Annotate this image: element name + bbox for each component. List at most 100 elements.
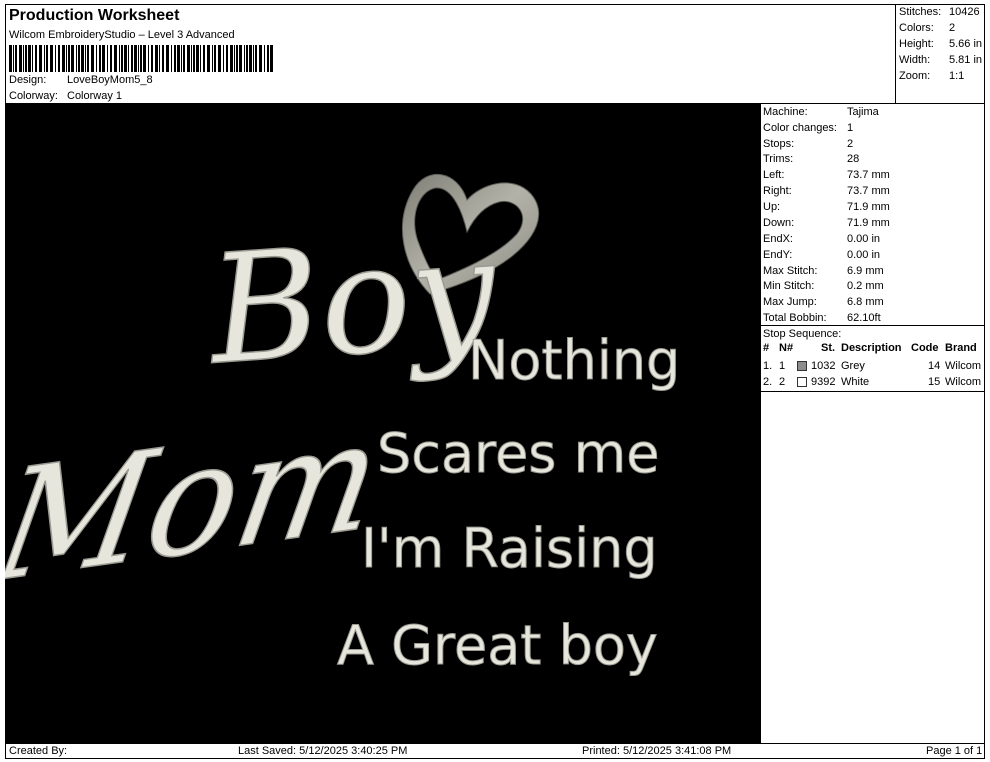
barcode: [9, 45, 273, 72]
design-word-mom: Mom: [5, 385, 393, 617]
design-line-4: A Great boy: [337, 614, 658, 677]
stop-row: 1. 1 1032 Grey 14 Wilcom: [763, 358, 984, 374]
design-word-boy: Boy: [201, 205, 503, 399]
worksheet-header: Production Worksheet Wilcom EmbroiderySt…: [5, 4, 895, 104]
summary-width: Width: 5.81 in: [899, 54, 982, 66]
stop-num: 1.: [763, 360, 773, 372]
info-value: 73.7 mm: [847, 185, 890, 197]
stop-code: 15: [928, 376, 941, 388]
info-label: Max Stitch:: [763, 265, 818, 277]
info-value: 1: [847, 122, 854, 134]
summary-panel: Stitches: 10426 Colors: 2 Height: 5.66 in W…: [895, 4, 985, 104]
summary-value: 5.66 in: [949, 38, 983, 50]
summary-label: Colors:: [899, 22, 934, 34]
info-stops: Stops: 2: [763, 136, 853, 152]
colorway-label: Colorway:: [9, 90, 58, 102]
info-max-jump: Max Jump: 6.8 mm: [763, 294, 884, 310]
info-label: Down:: [763, 217, 795, 229]
machine-info-panel: Machine: Tajima Color changes: 1 Stops: 2 T…: [760, 104, 985, 744]
printed-date: Printed: 5/12/2025 3:41:08 PM: [582, 745, 732, 757]
design-label: Design:: [9, 74, 47, 86]
last-saved: Last Saved: 5/12/2025 3:40:25 PM: [238, 745, 408, 757]
summary-value: 10426: [949, 6, 980, 18]
design-value: LoveBoyMom5_8: [67, 74, 153, 86]
info-value: 62.10ft: [847, 312, 881, 324]
design-row: Design: LoveBoyMom5_8: [9, 74, 153, 86]
info-value: 6.9 mm: [847, 265, 884, 277]
info-total-bobbin: Total Bobbin: 62.10ft: [763, 310, 881, 326]
stop-stitches: 9392: [811, 376, 836, 388]
worksheet-footer: Created By: Last Saved: 5/12/2025 3:40:2…: [5, 744, 985, 759]
summary-zoom: Zoom: 1:1: [899, 70, 964, 82]
col-st: St.: [821, 342, 836, 354]
stop-brand: Wilcom: [945, 360, 982, 372]
color-swatch: [797, 377, 807, 387]
color-swatch: [797, 361, 807, 371]
col-num: #: [763, 342, 770, 354]
stop-sequence-header: # N# St. Description Code Brand: [763, 342, 984, 358]
info-label: Up:: [763, 201, 781, 213]
info-value: 71.9 mm: [847, 201, 890, 213]
panel-divider: [761, 391, 984, 392]
info-label: Min Stitch:: [763, 280, 815, 292]
info-endx: EndX: 0.00 in: [763, 231, 880, 247]
info-up: Up: 71.9 mm: [763, 199, 890, 215]
info-label: Total Bobbin:: [763, 312, 827, 324]
page-number: Page 1 of 1: [926, 745, 983, 757]
info-down: Down: 71.9 mm: [763, 215, 890, 231]
info-machine: Machine: Tajima: [763, 104, 879, 120]
summary-value: 2: [949, 22, 956, 34]
colorway-value: Colorway 1: [67, 90, 123, 102]
summary-height: Height: 5.66 in: [899, 38, 982, 50]
summary-value: 5.81 in: [949, 54, 983, 66]
stop-code: 14: [928, 360, 941, 372]
info-value: 71.9 mm: [847, 217, 890, 229]
info-value: 73.7 mm: [847, 169, 890, 181]
info-label: Trims:: [763, 153, 794, 165]
info-value: Tajima: [847, 106, 879, 118]
info-label: Left:: [763, 169, 785, 181]
stop-row: 2. 2 9392 White 15 Wilcom: [763, 374, 984, 390]
stop-n: 2: [779, 376, 786, 388]
summary-label: Stitches:: [899, 6, 942, 18]
stop-description: White: [841, 376, 870, 388]
stop-n: 1: [779, 360, 786, 372]
summary-value: 1:1: [949, 70, 965, 82]
info-label: EndX:: [763, 233, 793, 245]
design-preview[interactable]: Boy Mom Nothing Scares me I'm Raising A …: [5, 104, 760, 744]
info-min-stitch: Min Stitch: 0.2 mm: [763, 278, 884, 294]
info-label: EndY:: [763, 249, 793, 261]
col-n: N#: [779, 342, 794, 354]
info-value: 0.00 in: [847, 233, 881, 245]
summary-label: Width:: [899, 54, 931, 66]
design-line-2: Scares me: [377, 422, 659, 485]
summary-colors: Colors: 2: [899, 22, 955, 34]
stop-stitches: 1032: [811, 360, 836, 372]
summary-label: Height:: [899, 38, 934, 50]
colorway-row: Colorway: Colorway 1: [9, 90, 122, 102]
stop-brand: Wilcom: [945, 376, 982, 388]
summary-stitches: Stitches: 10426: [899, 6, 980, 18]
col-brand: Brand: [945, 342, 977, 354]
summary-label: Zoom:: [899, 70, 931, 82]
info-value: 0.00 in: [847, 249, 881, 261]
info-max-stitch: Max Stitch: 6.9 mm: [763, 263, 884, 279]
design-line-3: I'm Raising: [361, 517, 658, 580]
info-color-changes: Color changes: 1: [763, 120, 853, 136]
info-label: Right:: [763, 185, 792, 197]
info-value: 0.2 mm: [847, 280, 884, 292]
info-value: 28: [847, 153, 860, 165]
info-label: Machine:: [763, 106, 808, 118]
info-label: Stops:: [763, 138, 795, 150]
design-line-1: Nothing: [468, 329, 680, 392]
col-description: Description: [841, 342, 902, 354]
info-endy: EndY: 0.00 in: [763, 247, 880, 263]
col-code: Code: [911, 342, 939, 354]
info-value: 2: [847, 138, 854, 150]
info-label: Max Jump:: [763, 296, 817, 308]
info-right: Right: 73.7 mm: [763, 183, 890, 199]
page-title: Production Worksheet: [9, 7, 180, 24]
info-value: 6.8 mm: [847, 296, 884, 308]
software-name: Wilcom EmbroideryStudio – Level 3 Advanc…: [9, 29, 235, 41]
stop-sequence-title: Stop Sequence:: [763, 328, 842, 340]
